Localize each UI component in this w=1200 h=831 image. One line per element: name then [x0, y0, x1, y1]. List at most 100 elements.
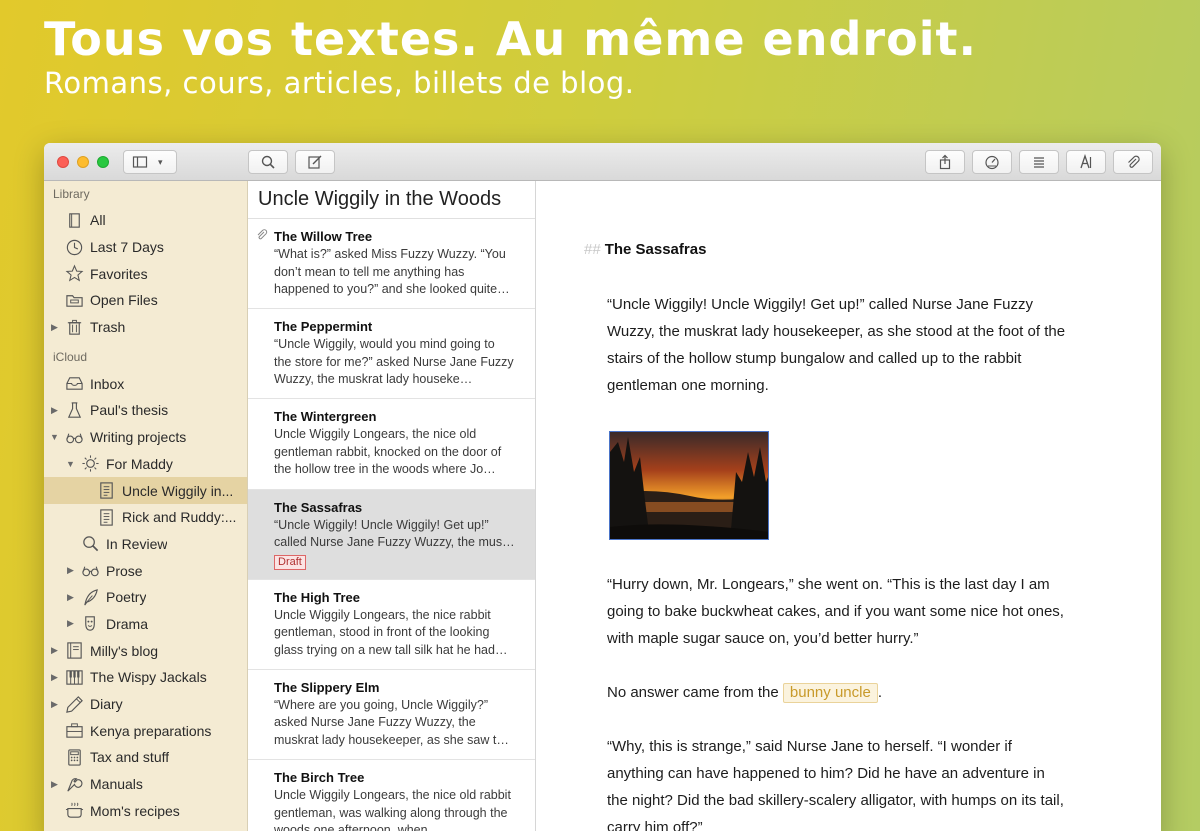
sidebar-toggle-button[interactable]: ▾ [123, 150, 177, 174]
sidebar-item-label: Poetry [106, 589, 147, 606]
editor-paragraph[interactable]: No answer came from the bunny uncle. [607, 679, 1067, 706]
sidebar-item-all[interactable]: All [44, 207, 247, 234]
disclosure-right-icon[interactable]: ▶ [51, 672, 58, 683]
disclosure-down-icon[interactable]: ▼ [50, 432, 59, 442]
sunset-landscape-image[interactable] [609, 431, 769, 540]
sheet-item[interactable]: The High Tree Uncle Wiggily Longears, th… [248, 580, 535, 670]
goals-button[interactable] [972, 150, 1012, 174]
glasses-icon [81, 566, 99, 577]
heading-marker: ## [584, 241, 601, 258]
sidebar-item-inbox[interactable]: Inbox [44, 370, 247, 397]
sidebar-item-favorites[interactable]: Favorites [44, 260, 247, 287]
sidebar-icon [132, 156, 148, 168]
sheet-excerpt: “Uncle Wiggily! Uncle Wiggily! Get up!” … [274, 517, 515, 550]
sidebar-item-label: Prose [106, 562, 143, 579]
cooking-pot-icon [65, 802, 83, 819]
search-button[interactable] [248, 150, 288, 174]
calculator-icon [67, 749, 81, 766]
sidebar-item-manuals[interactable]: ▶ Manuals [44, 771, 247, 798]
sidebar-item-kenya-preparations[interactable]: Kenya preparations [44, 717, 247, 744]
sun-icon [81, 455, 99, 472]
toolbar: ▾ [44, 143, 1161, 181]
heading-text: The Sassafras [604, 241, 707, 258]
library-section-label: Library [53, 187, 90, 201]
sidebar-item-label: Favorites [90, 265, 148, 282]
sidebar-item-last-7-days[interactable]: Last 7 Days [44, 234, 247, 261]
sidebar-item-drama[interactable]: ▶ Drama [44, 611, 247, 638]
pencil-icon [65, 695, 83, 713]
glasses-icon [65, 433, 83, 443]
quill-icon [83, 588, 98, 606]
chevron-down-icon: ▾ [158, 156, 163, 167]
editor-paragraph[interactable]: “Hurry down, Mr. Longears,” she went on.… [607, 571, 1067, 652]
sidebar-item-uncle-wiggily[interactable]: Uncle Wiggily in... [44, 477, 247, 504]
sheet-list: Uncle Wiggily in the Woods The Willow Tr… [248, 181, 536, 831]
sidebar-item-tax-and-stuff[interactable]: Tax and stuff [44, 744, 247, 771]
sidebar-item-rick-and-ruddy[interactable]: Rick and Ruddy:... [44, 504, 247, 531]
hero-title: Tous vos textes. Au même endroit. [44, 12, 977, 66]
outline-button[interactable] [1019, 150, 1059, 174]
sidebar-item-label: Kenya preparations [90, 722, 212, 739]
typography-icon [1080, 154, 1092, 169]
sidebar-item-label: Inbox [90, 375, 125, 392]
paragraph-text: No answer came from the [607, 684, 779, 701]
disclosure-right-icon[interactable]: ▶ [67, 618, 74, 629]
sidebar-item-millys-blog[interactable]: ▶ Milly's blog [44, 637, 247, 664]
sidebar-item-label: In Review [106, 535, 168, 552]
sheet-excerpt: “Uncle Wiggily, would you mind going to … [274, 337, 514, 387]
goals-icon [985, 155, 999, 170]
close-window-button[interactable] [57, 156, 69, 168]
hero-subtitle: Romans, cours, articles, billets de blog… [44, 66, 635, 100]
typography-button[interactable] [1066, 150, 1106, 174]
paperclip-icon [1128, 155, 1140, 168]
disclosure-down-icon[interactable]: ▼ [66, 459, 75, 469]
sheet-item-selected[interactable]: The Sassafras “Uncle Wiggily! Uncle Wigg… [248, 489, 535, 580]
share-button[interactable] [925, 150, 965, 174]
disclosure-right-icon[interactable]: ▶ [51, 322, 58, 333]
sidebar-item-trash[interactable]: ▶ Trash [44, 314, 247, 341]
sidebar-item-in-review[interactable]: In Review [44, 531, 247, 558]
editor-paragraph[interactable]: “Why, this is strange,” said Nurse Jane … [607, 733, 1067, 831]
attachments-button[interactable] [1113, 150, 1153, 174]
share-icon [939, 154, 951, 170]
disclosure-right-icon[interactable]: ▶ [51, 699, 58, 710]
sidebar-item-prose[interactable]: ▶ Prose [44, 557, 247, 584]
flask-icon [67, 402, 81, 418]
sheet-item[interactable]: The Peppermint “Uncle Wiggily, would you… [248, 309, 535, 400]
annotation-highlight[interactable]: bunny uncle [782, 683, 878, 703]
sidebar-item-diary[interactable]: ▶ Diary [44, 691, 247, 718]
disclosure-right-icon[interactable]: ▶ [67, 592, 74, 603]
paragraph-text: . [877, 684, 882, 701]
editor-paragraph[interactable]: “Uncle Wiggily! Uncle Wiggily! Get up!” … [607, 291, 1067, 399]
zoom-window-button[interactable] [97, 156, 109, 168]
sheet-item[interactable]: The Wintergreen Uncle Wiggily Longears, … [248, 399, 535, 490]
landscape-painting [610, 432, 768, 539]
disclosure-right-icon[interactable]: ▶ [51, 779, 58, 790]
editor-pane[interactable]: ## The Sassafras “Uncle Wiggily! Uncle Wi… [536, 181, 1161, 831]
minimize-window-button[interactable] [77, 156, 89, 168]
editor-heading[interactable]: ## The Sassafras [584, 241, 706, 258]
sidebar-item-open-files[interactable]: Open Files [44, 287, 247, 314]
notebook-icon [66, 642, 82, 659]
disclosure-right-icon[interactable]: ▶ [51, 645, 58, 656]
sheet-title: The Willow Tree [274, 229, 373, 244]
book-icon [68, 213, 80, 228]
sidebar-item-for-maddy[interactable]: ▼ For Maddy [44, 451, 247, 478]
disclosure-right-icon[interactable]: ▶ [51, 405, 58, 416]
sheet-item[interactable]: The Birch Tree Uncle Wiggily Longears, t… [248, 760, 535, 831]
sheet-excerpt: “What is?” asked Miss Fuzzy Wuzzy. “You … [274, 247, 510, 296]
sheet-item[interactable]: The Willow Tree “What is?” asked Miss Fu… [248, 219, 535, 310]
new-sheet-button[interactable] [295, 150, 335, 174]
app-window: ▾ Library All Last 7 Days Favorites Open… [44, 143, 1161, 831]
sidebar-item-poetry[interactable]: ▶ Poetry [44, 584, 247, 611]
star-icon [65, 264, 83, 282]
sheet-item[interactable]: The Slippery Elm “Where are you going, U… [248, 670, 535, 761]
disclosure-right-icon[interactable]: ▶ [67, 565, 74, 576]
sidebar-item-wispy-jackals[interactable]: ▶ The Wispy Jackals [44, 664, 247, 691]
sheet-title: The Slippery Elm [274, 679, 380, 695]
sidebar-item-pauls-thesis[interactable]: ▶ Paul's thesis [44, 397, 247, 424]
sidebar-item-moms-recipes[interactable]: Mom's recipes [44, 797, 247, 824]
sidebar-item-label: Rick and Ruddy:... [122, 509, 237, 526]
sidebar-item-writing-projects[interactable]: ▼ Writing projects [44, 424, 247, 451]
document-icon [99, 509, 113, 526]
